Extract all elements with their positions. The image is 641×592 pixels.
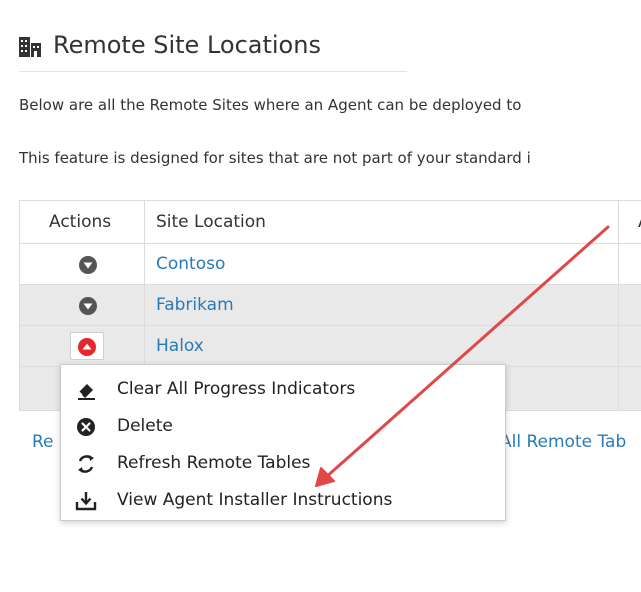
column-header-actions[interactable]: Actions xyxy=(49,212,111,232)
site-location-link[interactable]: Fabrikam xyxy=(156,295,234,315)
table-row: Halox xyxy=(20,326,641,367)
page-title: Remote Site Locations xyxy=(53,31,321,59)
menu-item-refresh-remote-tables[interactable]: Refresh Remote Tables xyxy=(61,445,505,481)
row-actions-button[interactable] xyxy=(77,254,99,276)
menu-item-label: Delete xyxy=(117,416,173,436)
row-actions-button[interactable] xyxy=(77,295,99,317)
table-header-row: Actions Site Location A xyxy=(20,201,641,244)
column-header-site-location[interactable]: Site Location xyxy=(156,212,266,232)
delete-circle-icon xyxy=(77,418,95,436)
menu-item-label: Refresh Remote Tables xyxy=(117,453,311,473)
column-divider xyxy=(618,201,619,410)
below-link-left[interactable]: Re xyxy=(32,432,54,452)
refresh-all-remote-tables-link[interactable]: All Remote Tab xyxy=(500,432,626,452)
chevron-up-circle-icon xyxy=(78,338,96,356)
page-header: Remote Site Locations xyxy=(19,30,407,72)
row-actions-context-menu: Clear All Progress Indicators Delete Ref… xyxy=(60,364,506,521)
site-location-link[interactable]: Halox xyxy=(156,336,204,356)
menu-item-view-agent-installer[interactable]: View Agent Installer Instructions xyxy=(61,482,505,518)
eraser-icon xyxy=(78,384,95,400)
menu-item-label: Clear All Progress Indicators xyxy=(117,379,356,399)
building-icon xyxy=(19,37,41,57)
menu-item-delete[interactable]: Delete xyxy=(61,408,505,444)
table-row: Fabrikam xyxy=(20,285,641,326)
menu-item-label: View Agent Installer Instructions xyxy=(117,490,393,510)
description-line-1: Below are all the Remote Sites where an … xyxy=(19,96,522,114)
description-line-2: This feature is designed for sites that … xyxy=(19,149,531,167)
chevron-down-circle-icon xyxy=(79,297,97,315)
chevron-down-circle-icon xyxy=(79,256,97,274)
row-actions-button-active[interactable] xyxy=(70,332,104,360)
download-tray-icon xyxy=(75,492,97,511)
table-row: Contoso xyxy=(20,244,641,285)
menu-item-clear-progress[interactable]: Clear All Progress Indicators xyxy=(61,371,505,407)
refresh-icon xyxy=(78,455,94,473)
site-location-link[interactable]: Contoso xyxy=(156,254,225,274)
